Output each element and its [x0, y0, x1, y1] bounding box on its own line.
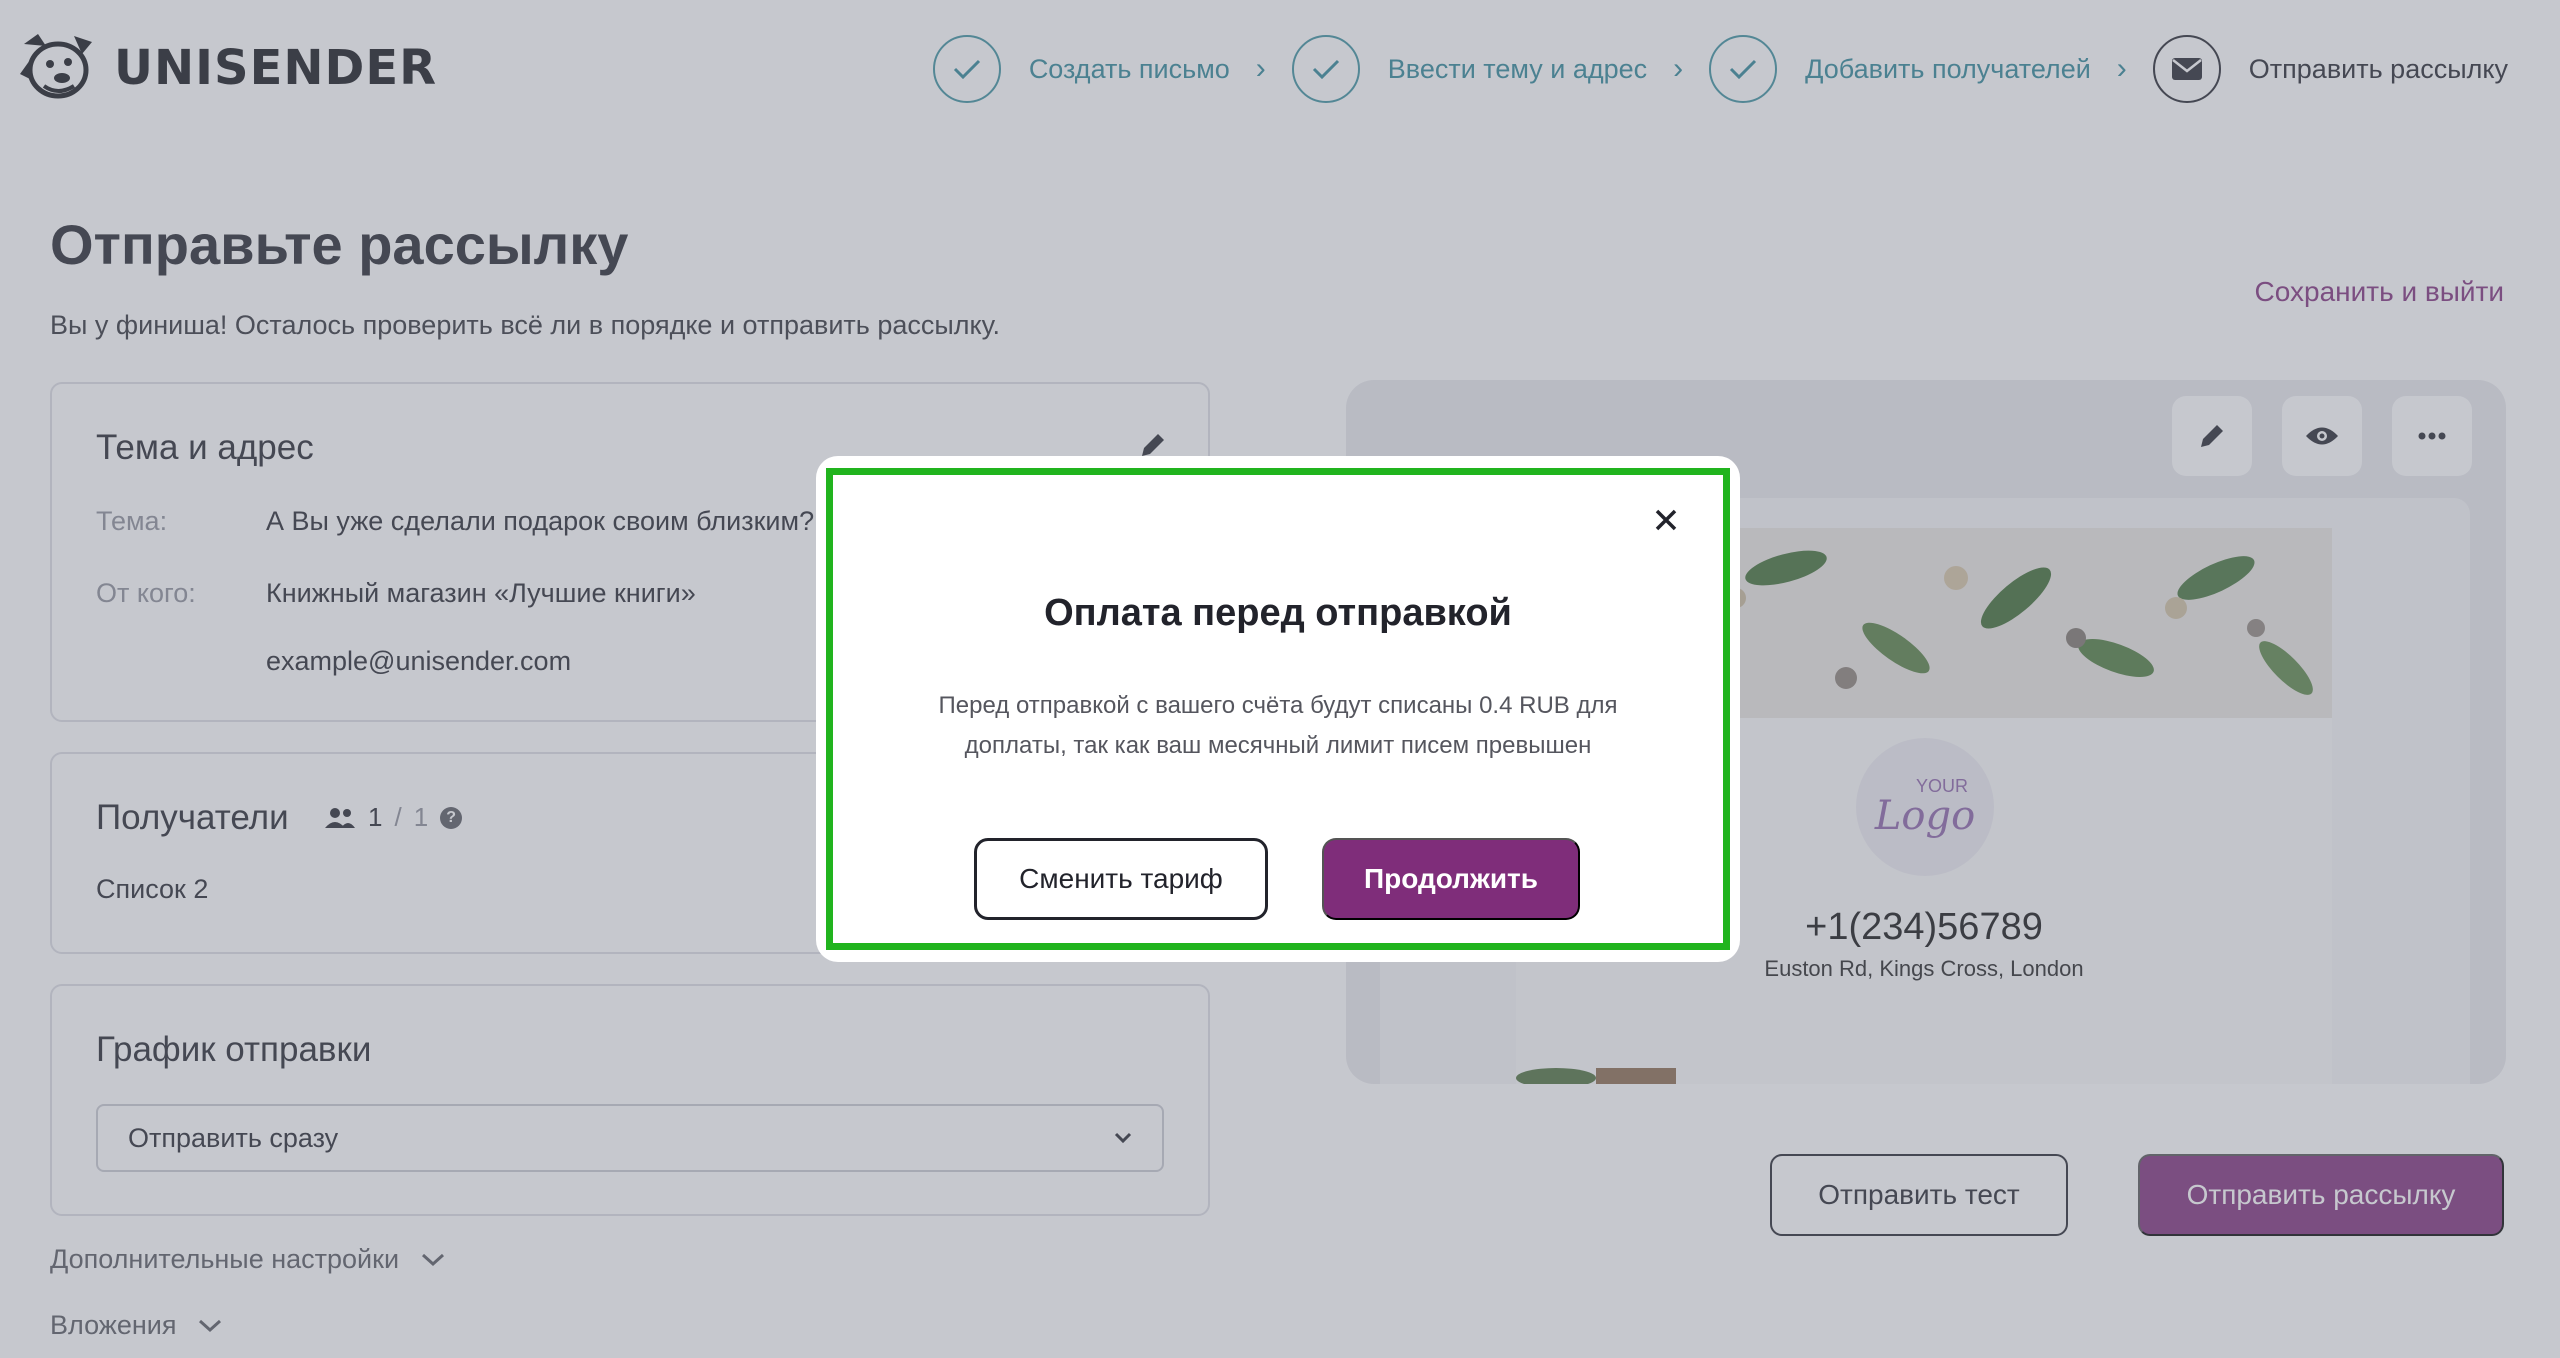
close-icon: [1655, 509, 1677, 531]
payment-modal: Оплата перед отправкой Перед отправкой с…: [816, 456, 1740, 962]
close-button[interactable]: [1646, 500, 1686, 540]
modal-title: Оплата перед отправкой: [1044, 592, 1512, 634]
change-plan-button[interactable]: Сменить тариф: [974, 838, 1268, 920]
modal-text: Перед отправкой с вашего счёта будут спи…: [938, 692, 1618, 759]
continue-button[interactable]: Продолжить: [1322, 838, 1580, 920]
